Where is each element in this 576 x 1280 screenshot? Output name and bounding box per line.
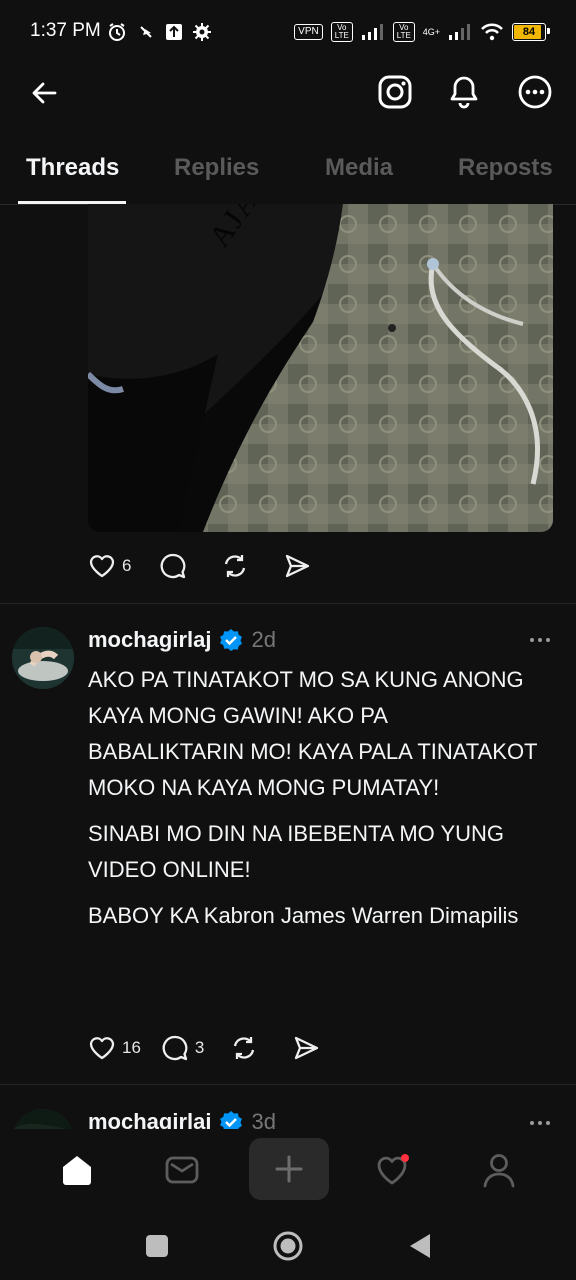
- instagram-icon[interactable]: [375, 72, 415, 112]
- share-button[interactable]: [292, 1034, 320, 1062]
- third-post-peek: mochagirlaj 3d: [0, 1085, 576, 1129]
- tab-media[interactable]: Media: [325, 154, 393, 182]
- alarm-icon: [109, 23, 125, 41]
- avatar[interactable]: [12, 627, 74, 689]
- signal-icon-2: [449, 24, 470, 40]
- profile-nav-button[interactable]: [469, 1140, 529, 1200]
- settings-icon: [193, 23, 211, 41]
- post-header-2: mochagirlaj 2d: [88, 627, 276, 653]
- create-post-button[interactable]: [249, 1138, 329, 1200]
- tab-reposts[interactable]: Reposts: [458, 154, 553, 182]
- more-dots-icon: [530, 638, 550, 642]
- post-time: 3d: [251, 1109, 276, 1129]
- post-actions-1: 6: [88, 552, 311, 580]
- signal-icon-1: [361, 24, 383, 40]
- comment-icon: [161, 553, 186, 579]
- verified-badge-icon: [220, 1111, 243, 1129]
- battery-icon: 84: [512, 23, 550, 41]
- like-count: 16: [122, 1038, 141, 1057]
- plus-icon: [275, 1155, 303, 1183]
- post-paragraph: BABOY KA Kabron James Warren Dimapilis: [88, 903, 519, 928]
- person-icon: [483, 1154, 515, 1188]
- like-button[interactable]: 16: [88, 1034, 141, 1062]
- profile-tabs: Threads Replies Media Reposts: [0, 140, 576, 205]
- messages-nav-button[interactable]: [152, 1140, 212, 1200]
- like-count: 6: [122, 556, 132, 575]
- status-time: 1:37 PM: [30, 20, 101, 41]
- tab-replies[interactable]: Replies: [174, 154, 259, 182]
- share-button[interactable]: [283, 552, 311, 580]
- home-nav-button[interactable]: [47, 1140, 107, 1200]
- username[interactable]: mochagirlaj: [88, 627, 211, 653]
- back-system-icon[interactable]: [408, 1232, 432, 1265]
- volte-badge-2: Vo LTE: [392, 22, 415, 42]
- status-right-icons: VPN Vo LTE Vo LTE 4G+ 84: [294, 22, 550, 42]
- back-arrow-icon[interactable]: [26, 74, 64, 112]
- network-type: 4G+: [422, 27, 440, 37]
- tab-threads[interactable]: Threads: [26, 154, 119, 182]
- send-icon: [295, 1036, 319, 1060]
- reply-button[interactable]: 3: [161, 1034, 204, 1062]
- home-system-icon[interactable]: [272, 1230, 304, 1267]
- avatar[interactable]: [12, 1109, 74, 1129]
- system-navigation: [0, 1208, 576, 1280]
- post-more-button[interactable]: [528, 628, 552, 657]
- vpn-badge: VPN: [294, 24, 323, 40]
- heart-icon: [89, 555, 115, 578]
- post-more-button[interactable]: [528, 1111, 552, 1129]
- status-left-icons: [107, 22, 211, 42]
- upload-icon: [166, 24, 182, 40]
- repost-button[interactable]: [230, 1034, 258, 1062]
- post-time: 2d: [251, 627, 276, 652]
- home-icon: [63, 1156, 91, 1185]
- send-icon: [286, 554, 310, 578]
- heart-notification-icon: [377, 1154, 409, 1185]
- recents-icon[interactable]: [146, 1235, 168, 1257]
- comment-icon: [162, 1035, 188, 1061]
- reply-count: 3: [194, 1038, 205, 1057]
- more-circle-icon[interactable]: [515, 72, 555, 112]
- like-button[interactable]: 6: [88, 552, 131, 580]
- verified-badge-icon: [220, 629, 243, 651]
- repost-icon: [225, 555, 246, 577]
- post-paragraph: AKO PA TINATAKOT MO SA KUNG ANONG KAYA M…: [88, 667, 538, 800]
- repost-button[interactable]: [221, 552, 249, 580]
- bell-icon[interactable]: [444, 72, 484, 112]
- bottom-nav: [0, 1134, 576, 1208]
- heart-icon: [89, 1037, 115, 1060]
- inbox-icon: [165, 1156, 199, 1184]
- reply-button[interactable]: [159, 552, 187, 580]
- wifi-icon: [481, 23, 503, 41]
- mute-icon: [140, 26, 152, 38]
- post-paragraph: SINABI MO DIN NA IBEBENTA MO YUNG VIDEO …: [88, 821, 505, 882]
- volte-badge-1: Vo LTE: [330, 22, 353, 42]
- post-actions-2: 16 3: [88, 1034, 320, 1062]
- post-header-3: mochagirlaj 3d: [88, 1109, 276, 1129]
- username[interactable]: mochagirlaj: [88, 1109, 211, 1129]
- repost-icon: [234, 1037, 255, 1059]
- post-image[interactable]: AJA JE: [88, 204, 553, 532]
- activity-nav-button[interactable]: [364, 1140, 424, 1200]
- post-body: AKO PA TINATAKOT MO SA KUNG ANONG KAYA M…: [88, 662, 548, 944]
- post-divider: [0, 603, 576, 604]
- more-dots-icon: [530, 1121, 550, 1125]
